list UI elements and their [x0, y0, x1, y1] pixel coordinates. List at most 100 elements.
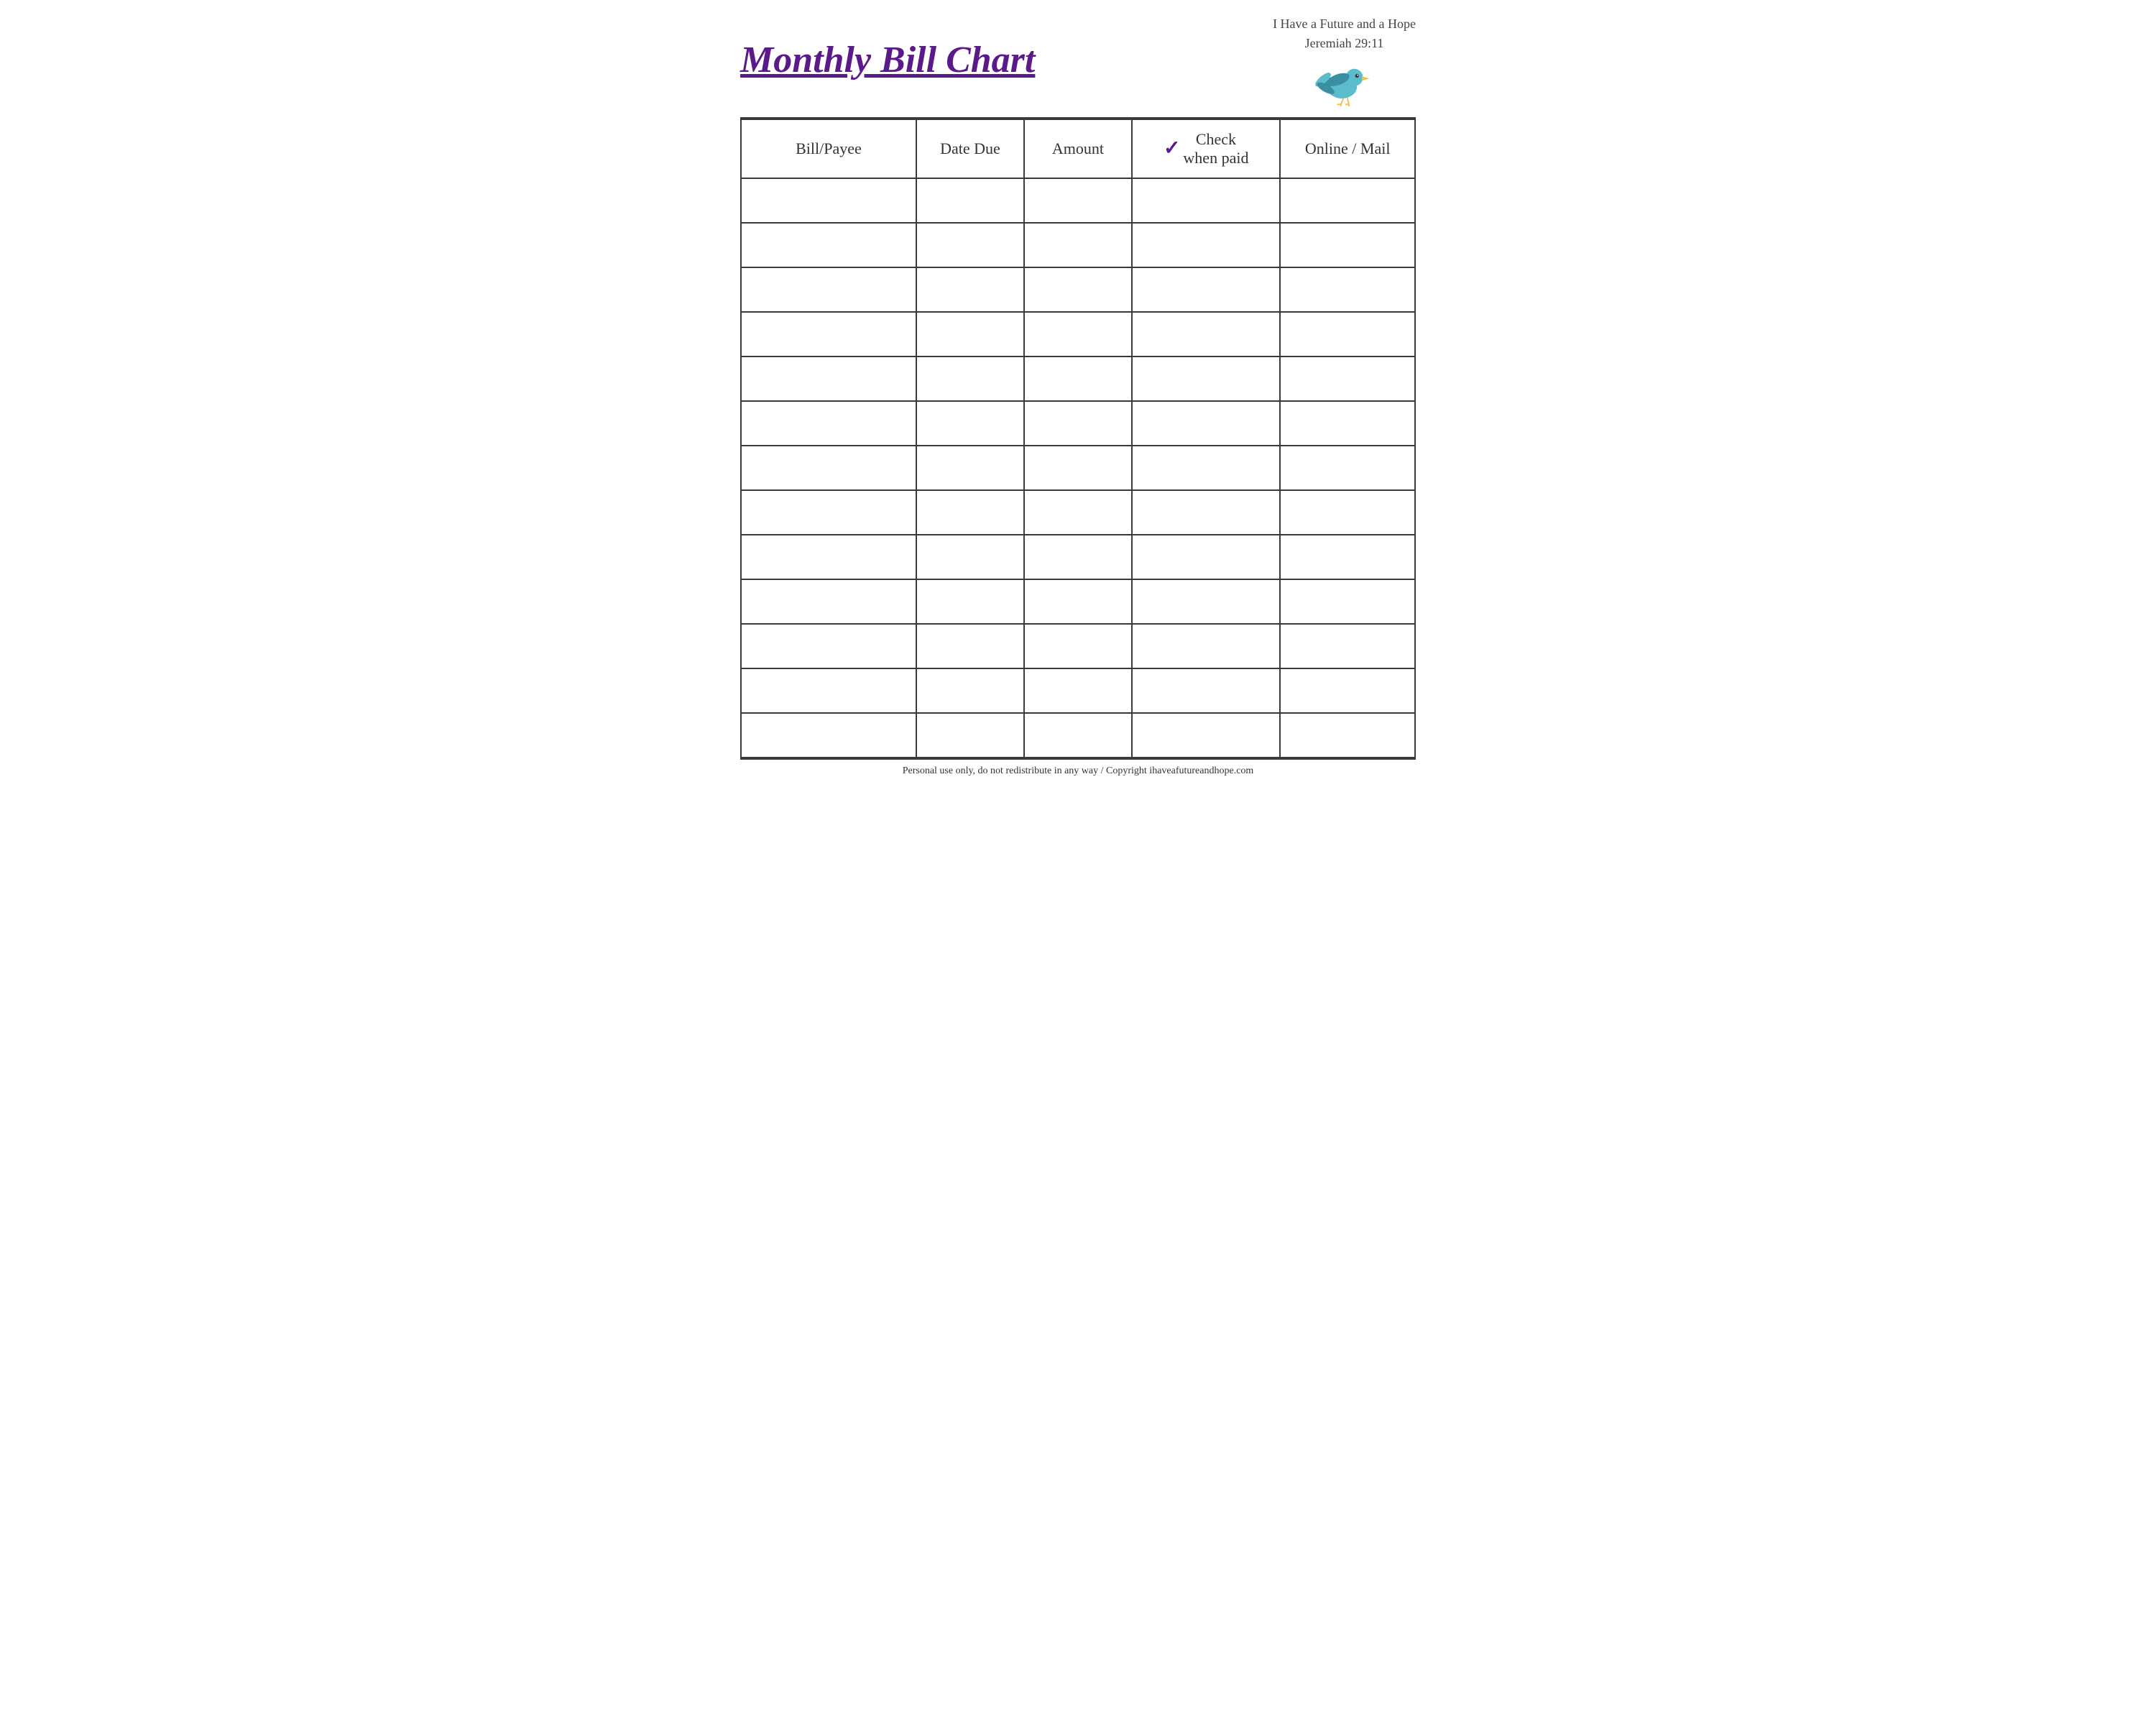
- cell-date-due: [916, 668, 1024, 713]
- table-row: [741, 713, 1415, 758]
- cell-online-mail: [1280, 312, 1415, 356]
- cell-amount: [1024, 579, 1132, 624]
- cell-online-mail: [1280, 446, 1415, 490]
- cell-online-mail: [1280, 490, 1415, 535]
- table-row: [741, 446, 1415, 490]
- cell-amount: [1024, 490, 1132, 535]
- cell-amount: [1024, 312, 1132, 356]
- cell-online-mail: [1280, 267, 1415, 312]
- header: Monthly Bill Chart I Have a Future and a…: [740, 14, 1416, 110]
- cell-online-mail: [1280, 356, 1415, 401]
- cell-online-mail: [1280, 624, 1415, 668]
- table-row: [741, 490, 1415, 535]
- cell-check: [1132, 223, 1280, 267]
- cell-check: [1132, 713, 1280, 758]
- cell-date-due: [916, 267, 1024, 312]
- col-amount-label: Amount: [1052, 139, 1104, 157]
- col-amount: Amount: [1024, 119, 1132, 178]
- cell-online-mail: [1280, 178, 1415, 223]
- cell-bill-payee: [741, 356, 916, 401]
- bill-chart-table: Bill/Payee Date Due Amount ✓ Checkwhen p…: [740, 119, 1416, 758]
- cell-check: [1132, 624, 1280, 668]
- cell-date-due: [916, 713, 1024, 758]
- cell-date-due: [916, 223, 1024, 267]
- bird-container: [1312, 56, 1377, 106]
- cell-amount: [1024, 713, 1132, 758]
- col-online-mail-label: Online / Mail: [1305, 139, 1391, 157]
- page-title: Monthly Bill Chart: [740, 40, 1035, 80]
- cell-check: [1132, 579, 1280, 624]
- scripture: I Have a Future and a Hope Jeremiah 29:1…: [1273, 14, 1416, 53]
- scripture-line2: Jeremiah 29:11: [1273, 34, 1416, 53]
- cell-check: [1132, 356, 1280, 401]
- cell-amount: [1024, 446, 1132, 490]
- cell-amount: [1024, 668, 1132, 713]
- table-row: [741, 178, 1415, 223]
- cell-date-due: [916, 446, 1024, 490]
- cell-check: [1132, 535, 1280, 579]
- cell-date-due: [916, 312, 1024, 356]
- cell-check: [1132, 668, 1280, 713]
- bird-icon: [1312, 56, 1377, 106]
- col-bill-payee-label: Bill/Payee: [796, 139, 862, 157]
- cell-check: [1132, 490, 1280, 535]
- col-date-due-label: Date Due: [940, 139, 1000, 157]
- table-header-row: Bill/Payee Date Due Amount ✓ Checkwhen p…: [741, 119, 1415, 178]
- table-row: [741, 401, 1415, 446]
- cell-check: [1132, 267, 1280, 312]
- table-row: [741, 624, 1415, 668]
- cell-bill-payee: [741, 267, 916, 312]
- cell-amount: [1024, 267, 1132, 312]
- scripture-line1: I Have a Future and a Hope: [1273, 14, 1416, 34]
- cell-amount: [1024, 535, 1132, 579]
- cell-bill-payee: [741, 579, 916, 624]
- col-check-when-paid: ✓ Checkwhen paid: [1132, 119, 1280, 178]
- cell-bill-payee: [741, 668, 916, 713]
- cell-bill-payee: [741, 178, 916, 223]
- page: Monthly Bill Chart I Have a Future and a…: [719, 0, 1437, 787]
- table-row: [741, 668, 1415, 713]
- cell-amount: [1024, 624, 1132, 668]
- cell-online-mail: [1280, 579, 1415, 624]
- cell-bill-payee: [741, 713, 916, 758]
- cell-date-due: [916, 401, 1024, 446]
- cell-online-mail: [1280, 535, 1415, 579]
- title-container: Monthly Bill Chart: [740, 40, 1035, 80]
- cell-amount: [1024, 401, 1132, 446]
- cell-amount: [1024, 223, 1132, 267]
- cell-bill-payee: [741, 490, 916, 535]
- cell-check: [1132, 401, 1280, 446]
- cell-bill-payee: [741, 223, 916, 267]
- table-row: [741, 356, 1415, 401]
- cell-check: [1132, 178, 1280, 223]
- col-date-due: Date Due: [916, 119, 1024, 178]
- cell-date-due: [916, 178, 1024, 223]
- cell-bill-payee: [741, 535, 916, 579]
- table-row: [741, 267, 1415, 312]
- cell-date-due: [916, 535, 1024, 579]
- cell-check: [1132, 312, 1280, 356]
- cell-date-due: [916, 624, 1024, 668]
- check-when-paid-label: Checkwhen paid: [1183, 130, 1248, 167]
- table-row: [741, 535, 1415, 579]
- cell-date-due: [916, 490, 1024, 535]
- col-bill-payee: Bill/Payee: [741, 119, 916, 178]
- cell-date-due: [916, 579, 1024, 624]
- cell-check: [1132, 446, 1280, 490]
- check-header-container: ✓ Checkwhen paid: [1140, 130, 1272, 167]
- table-row: [741, 579, 1415, 624]
- table-body: [741, 178, 1415, 758]
- check-mark-icon: ✓: [1164, 139, 1180, 159]
- cell-bill-payee: [741, 312, 916, 356]
- cell-amount: [1024, 356, 1132, 401]
- cell-bill-payee: [741, 446, 916, 490]
- cell-bill-payee: [741, 624, 916, 668]
- footer-text: Personal use only, do not redistribute i…: [903, 765, 1254, 776]
- cell-date-due: [916, 356, 1024, 401]
- col-online-mail: Online / Mail: [1280, 119, 1415, 178]
- cell-online-mail: [1280, 223, 1415, 267]
- table-row: [741, 312, 1415, 356]
- table-row: [741, 223, 1415, 267]
- footer: Personal use only, do not redistribute i…: [740, 758, 1416, 780]
- cell-online-mail: [1280, 668, 1415, 713]
